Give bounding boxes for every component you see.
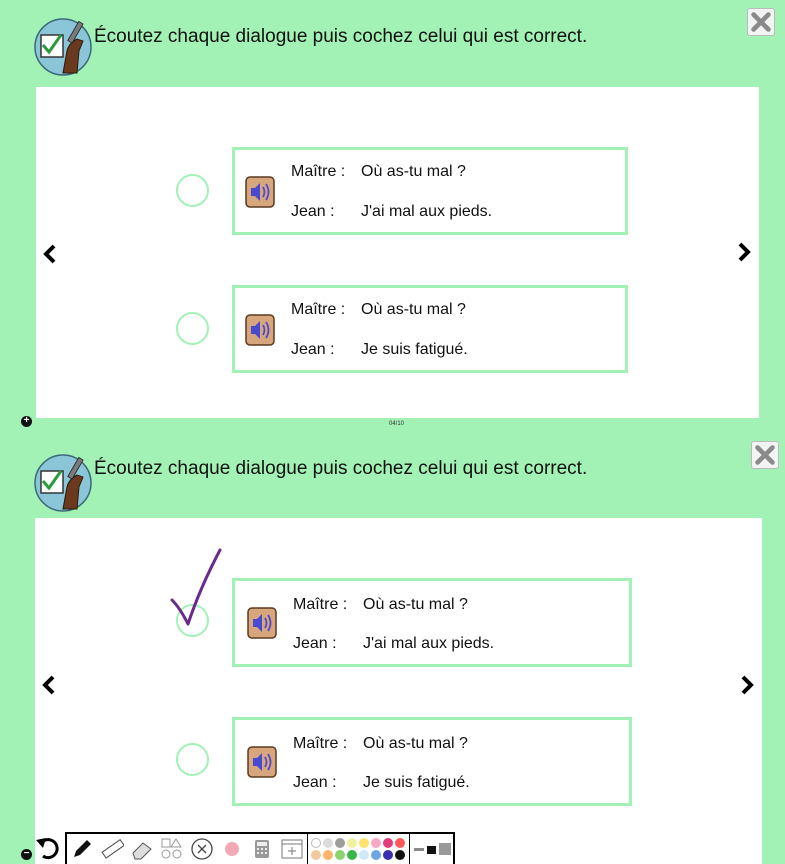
color-swatch-1[interactable]: [311, 837, 321, 848]
color-swatch-7[interactable]: [383, 837, 393, 848]
speaker-name: Maître :: [291, 301, 346, 318]
color-swatch-10[interactable]: [323, 849, 333, 860]
exercise-logo-icon: [34, 454, 92, 512]
calculator-icon[interactable]: [247, 834, 277, 864]
dialogue-line: Où as-tu mal ?: [361, 163, 466, 180]
color-swatch-15[interactable]: [383, 849, 393, 860]
stroke-width-group: [410, 834, 452, 864]
dialogue-line: Où as-tu mal ?: [363, 596, 468, 613]
color-swatch-12[interactable]: [347, 849, 357, 860]
speaker-name: Jean :: [291, 203, 335, 220]
answer-radio-1[interactable]: [176, 174, 209, 207]
dialogue-line: Où as-tu mal ?: [361, 301, 466, 318]
color-swatch-14[interactable]: [371, 849, 381, 860]
speaker-icon[interactable]: [247, 746, 277, 778]
speaker-name: Jean :: [291, 341, 335, 358]
drawing-toolbar: [65, 832, 455, 864]
question-card: Maître : Où as-tu mal ? Jean : J'ai mal au…: [35, 518, 762, 864]
instruction-text: Écoutez chaque dialogue puis cochez celu…: [94, 26, 588, 47]
color-swatch-11[interactable]: [335, 849, 345, 860]
dialogue-line: Je suis fatigué.: [361, 341, 468, 358]
chevron-left-icon[interactable]: [40, 241, 60, 267]
color-swatch-9[interactable]: [311, 849, 321, 860]
dialogue-option-2: Maître : Où as-tu mal ? Jean : Je suis fat…: [232, 717, 632, 806]
chevron-right-icon[interactable]: [737, 672, 757, 698]
speaker-name: Jean :: [293, 774, 337, 791]
add-frame-icon[interactable]: [277, 834, 307, 864]
instruction-text: Écoutez chaque dialogue puis cochez celu…: [94, 458, 588, 479]
answer-radio-2[interactable]: [176, 743, 209, 776]
ruler-icon[interactable]: [97, 834, 127, 864]
color-swatch-4[interactable]: [347, 837, 357, 848]
drawn-checkmark: [170, 548, 222, 626]
clear-icon[interactable]: [187, 834, 217, 864]
speaker-icon[interactable]: [247, 607, 277, 639]
stroke-thin-icon[interactable]: [414, 848, 424, 851]
undo-icon[interactable]: [34, 836, 62, 862]
shapes-icon[interactable]: [157, 834, 187, 864]
record-dot-icon[interactable]: [217, 834, 247, 864]
color-swatch-16[interactable]: [395, 849, 405, 860]
color-swatch-13[interactable]: [359, 849, 369, 860]
speaker-icon[interactable]: [245, 176, 275, 208]
color-swatch-3[interactable]: [335, 837, 345, 848]
close-icon[interactable]: [747, 8, 775, 36]
pencil-icon[interactable]: [67, 834, 97, 864]
tool-group: [67, 834, 308, 864]
zoom-in-icon[interactable]: +: [21, 416, 32, 427]
zoom-out-icon[interactable]: −: [21, 849, 32, 860]
speaker-name: Maître :: [293, 596, 348, 613]
speaker-name: Maître :: [293, 735, 348, 752]
dialogue-option-2: Maître : Où as-tu mal ? Jean : Je suis fat…: [232, 285, 628, 373]
exercise-logo-icon: [34, 18, 92, 76]
chevron-left-icon[interactable]: [39, 672, 59, 698]
eraser-icon[interactable]: [127, 834, 157, 864]
color-swatch-5[interactable]: [359, 837, 369, 848]
answer-radio-2[interactable]: [176, 312, 209, 345]
chevron-right-icon[interactable]: [734, 239, 754, 265]
page-indicator: 04/10: [389, 421, 405, 427]
stroke-medium-icon[interactable]: [427, 846, 436, 854]
dialogue-line: Où as-tu mal ?: [363, 735, 468, 752]
color-swatch-8[interactable]: [395, 837, 405, 848]
dialogue-line: J'ai mal aux pieds.: [361, 203, 493, 220]
color-swatch-6[interactable]: [371, 837, 381, 848]
color-swatch-2[interactable]: [323, 837, 333, 848]
exercise-panel-top: Écoutez chaque dialogue puis cochez celu…: [0, 0, 785, 432]
speaker-name: Maître :: [291, 163, 346, 180]
speaker-icon[interactable]: [245, 314, 275, 346]
dialogue-option-1: Maître : Où as-tu mal ? Jean : J'ai mal au…: [232, 578, 632, 667]
dialogue-option-1: Maître : Où as-tu mal ? Jean : J'ai mal au…: [232, 147, 628, 235]
stroke-thick-icon[interactable]: [439, 843, 451, 855]
dialogue-line: J'ai mal aux pieds.: [363, 635, 495, 652]
exercise-panel-bottom: Écoutez chaque dialogue puis cochez celu…: [0, 432, 785, 864]
question-card: Maître : Où as-tu mal ? Jean : J'ai mal au…: [36, 87, 759, 418]
speaker-name: Jean :: [293, 635, 337, 652]
color-palette: [308, 834, 410, 864]
dialogue-line: Je suis fatigué.: [363, 774, 470, 791]
close-icon[interactable]: [751, 441, 779, 469]
